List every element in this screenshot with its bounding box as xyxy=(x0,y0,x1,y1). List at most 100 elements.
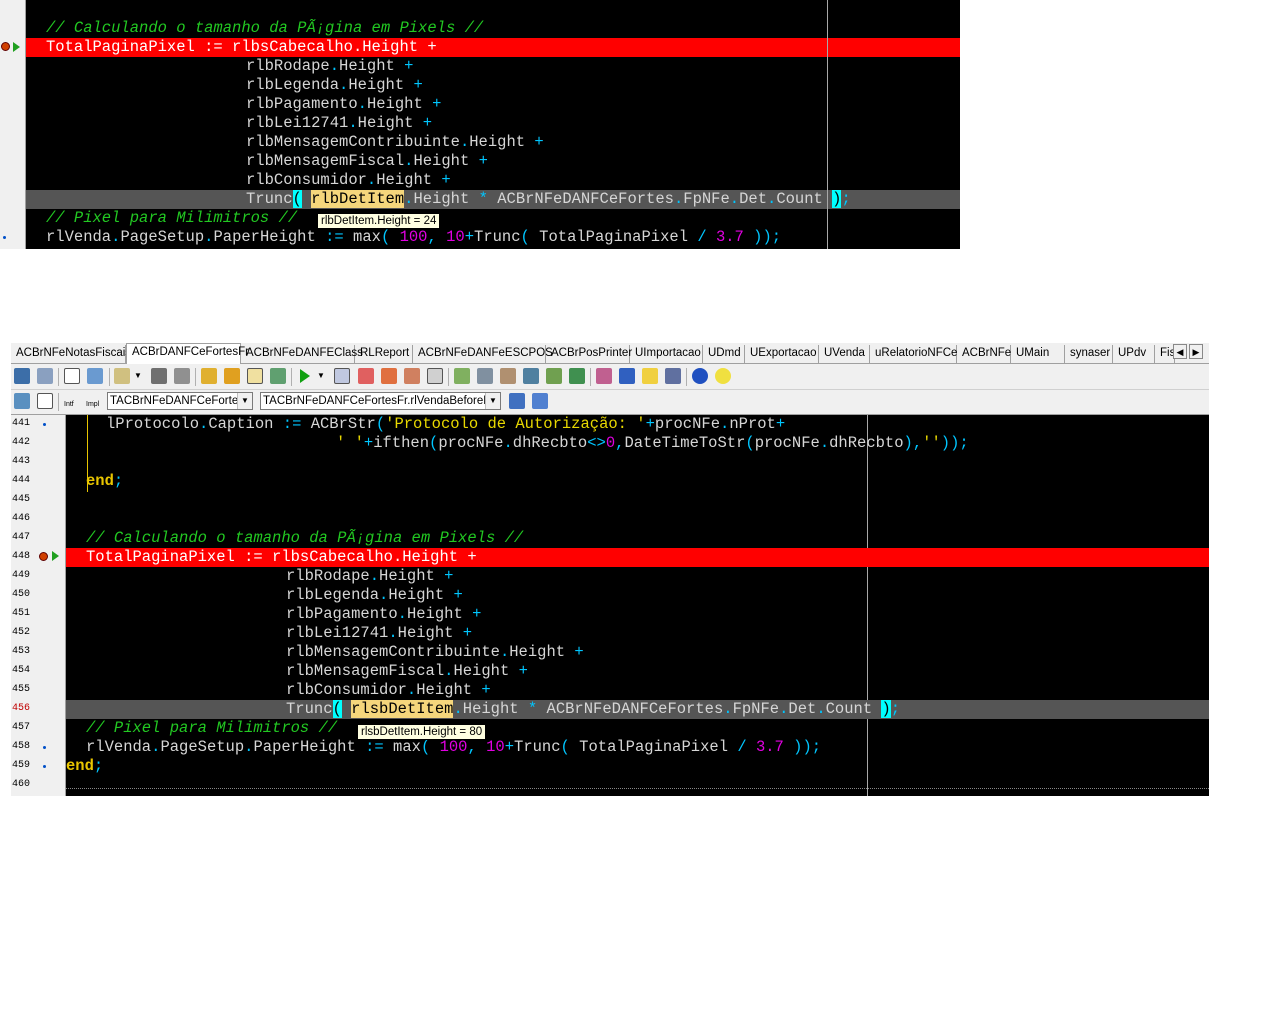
code-line[interactable]: end; xyxy=(66,472,1209,491)
tab-rlreport[interactable]: RLReport xyxy=(355,345,413,363)
tool-icon[interactable] xyxy=(569,368,585,384)
tab-udmd[interactable]: UDmd xyxy=(703,345,745,363)
tab-acbrdanfcefortesfr[interactable]: ACBrDANFCeFortesFr xyxy=(126,343,249,364)
breakpoint-icon[interactable] xyxy=(39,552,48,561)
remove-file-icon[interactable] xyxy=(224,368,240,384)
code-line[interactable]: rlbMensagemContribuinte.Height + xyxy=(66,643,1209,662)
bottom-code-area[interactable]: lProtocolo.Caption := ACBrStr('Protocolo… xyxy=(66,415,1209,796)
tab-uvenda[interactable]: UVenda xyxy=(819,345,870,363)
method-selector-combo[interactable]: TACBrNFeDANFCeFortesFr.rlVendaBeforePrin… xyxy=(260,392,501,410)
chevron-down-icon[interactable]: ▼ xyxy=(485,393,500,409)
code-line[interactable]: rlbLegenda.Height + xyxy=(26,76,960,95)
class-selector-combo[interactable]: TACBrNFeDANFCeFortesF ▼ xyxy=(107,392,253,410)
code-line[interactable]: rlbRodape.Height + xyxy=(26,57,960,76)
code-line[interactable]: rlbLei12741.Height + xyxy=(26,114,960,133)
tab-urelatorionfce[interactable]: uRelatorioNFCe xyxy=(870,345,957,363)
code-line[interactable]: rlVenda.PageSetup.PaperHeight := max( 10… xyxy=(66,738,1209,757)
pause-icon[interactable] xyxy=(334,368,350,384)
top-code-area[interactable]: // Calculando o tamanho da PÃ¡gina em Pi… xyxy=(26,0,960,249)
wizard-icon[interactable] xyxy=(546,368,562,384)
code-line[interactable]: rlbConsumidor.Height + xyxy=(66,681,1209,700)
tab-scroll-right-icon[interactable]: ▶ xyxy=(1189,344,1203,359)
notes-icon[interactable] xyxy=(642,368,658,384)
run-dropdown-icon[interactable]: ▼ xyxy=(317,368,327,384)
tab-acbrnfenotasfiscais[interactable]: ACBrNFeNotasFiscais xyxy=(11,345,131,363)
view-form-icon[interactable] xyxy=(14,368,30,384)
code-line[interactable]: // Pixel para Milimitros // xyxy=(26,209,960,228)
tab-acbrnfedanfeescpos[interactable]: ACBrNFeDANFeESCPOS xyxy=(413,345,553,363)
new-form-icon[interactable] xyxy=(87,368,103,384)
tab-synaser[interactable]: synaser xyxy=(1065,345,1113,363)
code-line[interactable]: rlbConsumidor.Height + xyxy=(26,171,960,190)
code-line[interactable]: TotalPaginaPixel := rlbsCabecalho.Height… xyxy=(26,38,960,57)
code-line[interactable]: lProtocolo.Caption := ACBrStr('Protocolo… xyxy=(66,415,1209,434)
code-line[interactable]: // Calculando o tamanho da PÃ¡gina em Pi… xyxy=(26,19,960,38)
code-line[interactable]: rlbRodape.Height + xyxy=(66,567,1209,586)
right-margin-line xyxy=(827,0,828,249)
trace-into-icon[interactable] xyxy=(358,368,374,384)
breakpoint-gutter[interactable] xyxy=(35,415,66,796)
tab-acbrposprinter[interactable]: ACBrPosPrinter xyxy=(546,345,632,363)
tab-updv[interactable]: UPdv xyxy=(1113,345,1155,363)
code-line[interactable]: rlbPagamento.Height + xyxy=(66,605,1209,624)
back-navigate-icon[interactable] xyxy=(14,393,30,409)
settings-icon[interactable] xyxy=(665,368,681,384)
code-line[interactable]: end; xyxy=(66,757,1209,776)
save-all-icon[interactable] xyxy=(174,368,190,384)
help-icon[interactable] xyxy=(692,368,708,384)
forward-navigate-icon[interactable] xyxy=(37,393,53,409)
run-to-cursor-icon[interactable] xyxy=(404,368,420,384)
code-line[interactable]: rlbPagamento.Height + xyxy=(26,95,960,114)
top-editor-gutter[interactable] xyxy=(0,0,26,249)
toggle-form-unit-icon[interactable] xyxy=(37,368,53,384)
code-line[interactable]: rlVenda.PageSetup.PaperHeight := max( 10… xyxy=(26,228,960,247)
component-icon[interactable] xyxy=(454,368,470,384)
add-file-icon[interactable] xyxy=(201,368,217,384)
layout-icon[interactable] xyxy=(532,393,548,409)
open-project-icon[interactable] xyxy=(114,368,130,384)
code-line[interactable]: // Calculando o tamanho da PÃ¡gina em Pi… xyxy=(66,529,1209,548)
chevron-down-icon[interactable]: ▼ xyxy=(237,393,252,409)
step-over-icon[interactable] xyxy=(381,368,397,384)
tab-acbrnfe[interactable]: ACBrNFe xyxy=(957,345,1011,363)
code-line[interactable]: Trunc( rlbDetItem.Height * ACBrNFeDANFCe… xyxy=(26,190,960,209)
edit-icon[interactable] xyxy=(500,368,516,384)
code-line[interactable] xyxy=(66,453,1209,472)
evaluate-icon[interactable] xyxy=(427,368,443,384)
code-line[interactable]: rlbMensagemFiscal.Height + xyxy=(26,152,960,171)
code-line[interactable]: rlbMensagemFiscal.Height + xyxy=(66,662,1209,681)
package-icon[interactable] xyxy=(477,368,493,384)
tip-lightbulb-icon[interactable] xyxy=(715,368,731,384)
tab-uimportacao[interactable]: UImportacao xyxy=(630,345,703,363)
code-line[interactable] xyxy=(66,510,1209,529)
tab-scroll-left-icon[interactable]: ◀ xyxy=(1173,344,1187,359)
colors-icon[interactable] xyxy=(619,368,635,384)
top-code-editor[interactable]: // Calculando o tamanho da PÃ¡gina em Pi… xyxy=(0,0,960,249)
save-icon[interactable] xyxy=(151,368,167,384)
code-line[interactable] xyxy=(66,491,1209,510)
tab-fis[interactable]: Fis xyxy=(1155,345,1175,363)
tab-uexportacao[interactable]: UExportacao xyxy=(745,345,819,363)
structure-icon[interactable] xyxy=(509,393,525,409)
code-line[interactable]: // Pixel para Milimitros // xyxy=(66,719,1209,738)
goto-implementation-button[interactable]: Impl xyxy=(86,393,104,409)
code-line[interactable]: Trunc( rlsbDetItem.Height * ACBrNFeDANFC… xyxy=(66,700,1209,719)
code-line[interactable]: TotalPaginaPixel := rlbsCabecalho.Height… xyxy=(66,548,1209,567)
check-icon[interactable] xyxy=(247,368,263,384)
code-line[interactable] xyxy=(66,776,1209,795)
tools-icon[interactable] xyxy=(270,368,286,384)
run-icon[interactable] xyxy=(297,368,313,384)
dropdown-arrow-icon[interactable]: ▼ xyxy=(134,368,144,384)
goto-interface-button[interactable]: Intf xyxy=(64,393,82,409)
code-line[interactable]: rlbMensagemContribuinte.Height + xyxy=(26,133,960,152)
code-line[interactable]: rlbLei12741.Height + xyxy=(66,624,1209,643)
new-item-icon[interactable] xyxy=(64,368,80,384)
database-icon[interactable] xyxy=(523,368,539,384)
palette-icon[interactable] xyxy=(596,368,612,384)
tab-acbrnfedanfeclass[interactable]: ACBrNFeDANFEClass xyxy=(241,345,363,363)
breakpoint-icon[interactable] xyxy=(1,42,10,51)
line-number-gutter[interactable]: 441 442 443 444 445 446 447 448 449 450 451 452 453 4… xyxy=(11,415,35,796)
code-line[interactable]: ' '+ifthen(procNFe.dhRecbto<>0,DateTimeT… xyxy=(66,434,1209,453)
code-line[interactable]: rlbLegenda.Height + xyxy=(66,586,1209,605)
tab-umain[interactable]: UMain xyxy=(1011,345,1065,363)
